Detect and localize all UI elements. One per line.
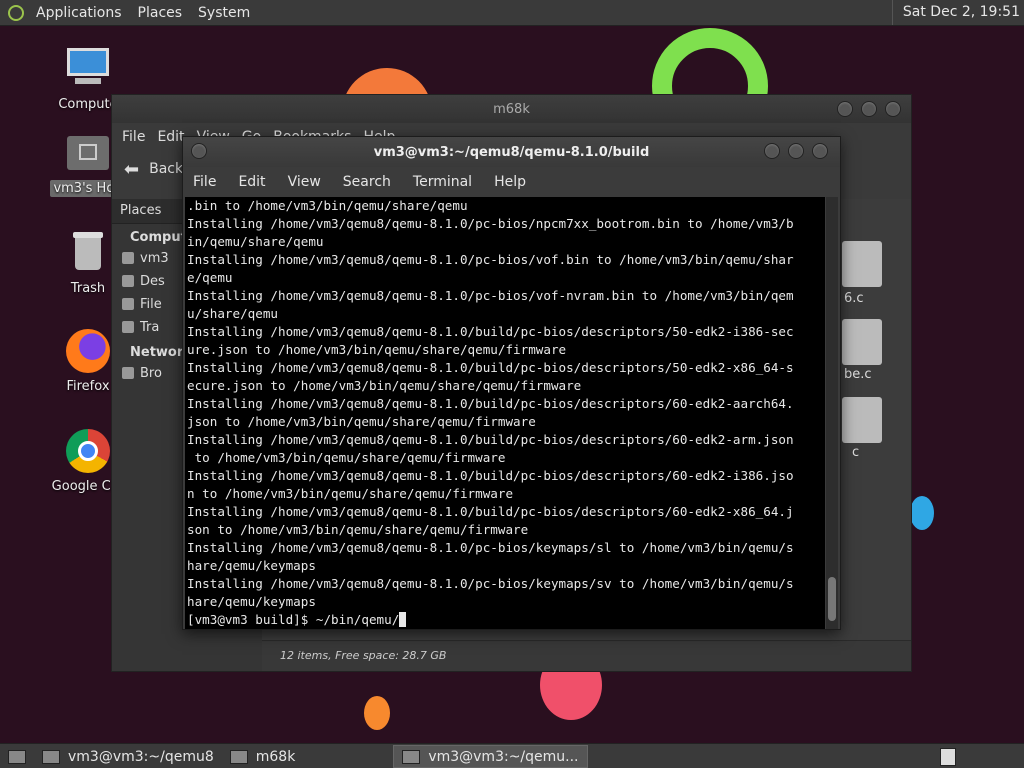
terminal-line: Installing /home/vm3/qemu8/qemu-8.1.0/bu… — [187, 396, 794, 411]
minimize-button[interactable] — [764, 143, 780, 159]
terminal-screen[interactable]: .bin to /home/vm3/bin/qemu/share/qemu Ins… — [185, 197, 825, 629]
menu-search[interactable]: Search — [343, 174, 391, 190]
clock[interactable]: Sat Dec 2, 19:51 — [891, 0, 1020, 25]
minimize-button[interactable] — [837, 101, 853, 117]
text-cursor — [399, 612, 407, 627]
sidebar-item-label: vm3 — [140, 251, 169, 266]
trash-icon — [65, 230, 111, 276]
computer-icon — [65, 46, 111, 92]
terminal-line: ecure.json to /home/vm3/bin/qemu/share/q… — [187, 378, 582, 393]
sidebar-item-label: File — [140, 297, 162, 312]
desktop-icon-label: Trash — [70, 281, 106, 296]
terminal-icon — [42, 749, 60, 764]
terminal-line: json to /home/vm3/bin/qemu/share/qemu/fi… — [187, 414, 536, 429]
workspace-switcher[interactable] — [940, 748, 956, 766]
bottom-taskbar: vm3@vm3:~/qemu8 m68k vm3@vm3:~/qemu... — [0, 743, 1024, 768]
file-icon[interactable] — [842, 397, 882, 443]
desktop-icon — [122, 275, 134, 287]
places-menu[interactable]: Places — [130, 5, 191, 21]
arrow-left-icon: ⬅ — [124, 158, 140, 180]
desktop-icon-label: Firefox — [66, 379, 110, 394]
taskbar-item-terminal-build[interactable]: vm3@vm3:~/qemu... — [393, 745, 588, 768]
menu-edit[interactable]: Edit — [238, 174, 265, 190]
top-panel: Applications Places System Sat Dec 2, 19… — [0, 0, 1024, 26]
status-bar: 12 items, Free space: 28.7 GB — [262, 640, 911, 671]
terminal-line: e/qemu — [187, 270, 233, 285]
menu-view[interactable]: View — [288, 174, 321, 190]
firefox-icon — [65, 328, 111, 374]
terminal-line: hare/qemu/keymaps — [187, 594, 316, 609]
terminal-line: in/qemu/share/qemu — [187, 234, 324, 249]
terminal-line: ure.json to /home/vm3/bin/qemu/share/qem… — [187, 342, 567, 357]
system-menu[interactable]: System — [190, 5, 258, 21]
file-icon[interactable] — [842, 241, 882, 287]
file-name[interactable]: c — [852, 445, 859, 460]
terminal-line: Installing /home/vm3/qemu8/qemu-8.1.0/pc… — [187, 540, 794, 555]
terminal-line: Installing /home/vm3/qemu8/qemu-8.1.0/bu… — [187, 432, 794, 447]
scrollbar-thumb[interactable] — [828, 577, 836, 621]
window-title: m68k — [493, 101, 530, 117]
terminal-line: Installing /home/vm3/qemu8/qemu-8.1.0/bu… — [187, 468, 794, 483]
menu-terminal[interactable]: Terminal — [413, 174, 472, 190]
network-icon — [122, 367, 134, 379]
taskbar-item-m68k[interactable]: m68k — [222, 745, 304, 768]
maximize-button[interactable] — [788, 143, 804, 159]
home-icon — [122, 252, 134, 264]
terminal-icon — [402, 749, 421, 764]
show-desktop-icon — [8, 749, 26, 764]
sidebar-item-label: Bro — [140, 366, 162, 381]
distro-logo-icon[interactable] — [8, 4, 24, 21]
window-menu-button[interactable] — [191, 143, 207, 159]
menu-file[interactable]: File — [122, 129, 145, 145]
back-button[interactable]: ⬅ Back — [124, 159, 183, 180]
terminal-line: Installing /home/vm3/qemu8/qemu-8.1.0/bu… — [187, 504, 794, 519]
taskbar-item-label: vm3@vm3:~/qemu... — [428, 748, 579, 765]
prompt-text: [vm3@vm3 build]$ ~/bin/qemu/ — [187, 612, 400, 627]
wallpaper-blue-oval — [910, 496, 934, 530]
terminal-line: u/share/qemu — [187, 306, 278, 321]
file-icon[interactable] — [842, 319, 882, 365]
show-desktop-button[interactable] — [0, 745, 34, 768]
terminal-window: vm3@vm3:~/qemu8/qemu-8.1.0/build File Ed… — [182, 136, 841, 630]
terminal-line: Installing /home/vm3/qemu8/qemu-8.1.0/pc… — [187, 288, 794, 303]
taskbar-item-terminal-qemu8[interactable]: vm3@vm3:~/qemu8 — [34, 745, 222, 768]
drive-icon — [122, 298, 134, 310]
terminal-prompt[interactable]: [vm3@vm3 build]$ ~/bin/qemu/ — [187, 611, 823, 629]
menu-edit[interactable]: Edit — [157, 129, 184, 145]
file-name[interactable]: be.c — [844, 367, 872, 382]
home-folder-icon — [65, 130, 111, 176]
back-label: Back — [149, 161, 184, 177]
terminal-line: Installing /home/vm3/qemu8/qemu-8.1.0/pc… — [187, 252, 794, 267]
terminal-line: n to /home/vm3/bin/qemu/share/qemu/firmw… — [187, 486, 514, 501]
terminal-line: hare/qemu/keymaps — [187, 558, 316, 573]
terminal-line: Installing /home/vm3/qemu8/qemu-8.1.0/bu… — [187, 360, 794, 375]
applications-menu[interactable]: Applications — [28, 5, 130, 21]
terminal-line: .bin to /home/vm3/bin/qemu/share/qemu — [187, 198, 468, 213]
sidebar-item-label: Des — [140, 274, 165, 289]
terminal-line: son to /home/vm3/bin/qemu/share/qemu/fir… — [187, 522, 529, 537]
close-button[interactable] — [812, 143, 828, 159]
terminal-scrollbar[interactable] — [826, 197, 838, 629]
terminal-line: Installing /home/vm3/qemu8/qemu-8.1.0/pc… — [187, 216, 794, 231]
menu-file[interactable]: File — [193, 174, 216, 190]
taskbar-item-label: m68k — [255, 748, 296, 765]
terminal-menubar: File Edit View Search Terminal Help — [183, 167, 840, 197]
file-manager-titlebar[interactable]: m68k — [112, 95, 911, 123]
terminal-output: .bin to /home/vm3/bin/qemu/share/qemu Ins… — [185, 197, 825, 629]
terminal-line: to /home/vm3/bin/qemu/share/qemu/firmwar… — [187, 450, 506, 465]
file-name[interactable]: 6.c — [844, 291, 864, 306]
taskbar-item-label: vm3@vm3:~/qemu8 — [68, 748, 214, 765]
chrome-icon — [65, 428, 111, 474]
wallpaper-small-orange — [364, 696, 390, 730]
maximize-button[interactable] — [861, 101, 877, 117]
trash-icon — [122, 321, 134, 333]
close-button[interactable] — [885, 101, 901, 117]
sidebar-item-label: Tra — [140, 320, 160, 335]
terminal-titlebar[interactable]: vm3@vm3:~/qemu8/qemu-8.1.0/build — [183, 137, 840, 167]
window-title: vm3@vm3:~/qemu8/qemu-8.1.0/build — [373, 144, 650, 160]
terminal-line: Installing /home/vm3/qemu8/qemu-8.1.0/bu… — [187, 324, 794, 339]
folder-icon — [229, 749, 248, 764]
terminal-line: Installing /home/vm3/qemu8/qemu-8.1.0/pc… — [187, 576, 794, 591]
menu-help[interactable]: Help — [494, 174, 526, 190]
